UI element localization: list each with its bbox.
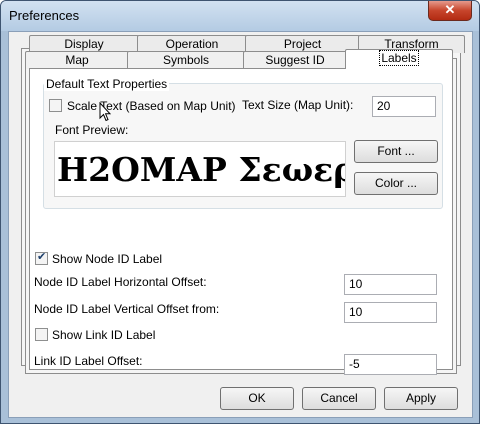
show-link-id-label: Show Link ID Label xyxy=(52,328,156,342)
default-text-properties-title: Default Text Properties xyxy=(44,77,170,91)
show-link-id-checkbox[interactable] xyxy=(35,328,48,341)
ok-button[interactable]: OK xyxy=(220,387,294,410)
tab-project-label: Project xyxy=(283,37,322,51)
tab-map[interactable]: Map xyxy=(25,51,129,69)
text-size-input[interactable]: 20 xyxy=(372,96,436,117)
tab-operation-label: Operation xyxy=(165,37,219,51)
link-offset-input[interactable]: -5 xyxy=(344,354,437,375)
tab-map-label: Map xyxy=(65,53,89,67)
node-v-offset-input[interactable]: 10 xyxy=(344,302,437,323)
labels-tab-page: Scale Text (Based on Map Unit) Text Size… xyxy=(29,68,453,375)
font-button[interactable]: Font ... xyxy=(354,140,438,163)
text-size-label: Text Size (Map Unit): xyxy=(242,98,354,112)
node-h-offset-label: Node ID Label Horizontal Offset: xyxy=(34,275,207,289)
tab-labels[interactable]: Labels xyxy=(345,49,453,69)
preferences-window: Preferences ✕ Display Operation Project … xyxy=(0,0,480,424)
tab-symbols-label: Symbols xyxy=(162,53,209,67)
show-node-id-checkbox[interactable] xyxy=(35,250,48,265)
node-h-offset-input[interactable]: 10 xyxy=(344,274,437,295)
tab-display-label: Display xyxy=(64,37,104,51)
close-button[interactable]: ✕ xyxy=(428,1,472,21)
cancel-button[interactable]: Cancel xyxy=(302,387,376,410)
mouse-pointer-icon xyxy=(99,102,111,122)
color-button[interactable]: Color ... xyxy=(354,172,438,195)
close-icon: ✕ xyxy=(444,2,456,17)
apply-button[interactable]: Apply xyxy=(384,387,458,410)
tab-suggest-id-label: Suggest ID xyxy=(265,53,325,67)
scale-text-checkbox[interactable] xyxy=(49,99,62,112)
font-preview-label: Font Preview: xyxy=(55,123,129,137)
window-title: Preferences xyxy=(9,8,80,23)
dialog-client-area: Display Operation Project Transform Map … xyxy=(8,31,473,418)
node-v-offset-label: Node ID Label Vertical Offset from: xyxy=(34,302,220,316)
show-node-id-label: Show Node ID Label xyxy=(52,252,163,266)
font-preview-box: H2OMAP Σεωερ I xyxy=(54,141,346,197)
link-offset-label: Link ID Label Offset: xyxy=(34,354,143,368)
title-bar[interactable]: Preferences ✕ xyxy=(1,1,479,31)
tab-suggest-id[interactable]: Suggest ID xyxy=(243,51,347,69)
tab-symbols[interactable]: Symbols xyxy=(127,51,245,69)
scale-text-label: Scale Text (Based on Map Unit) xyxy=(67,99,236,113)
tab-labels-label: Labels xyxy=(379,50,419,66)
font-preview-text: H2OMAP Σεωερ I xyxy=(57,150,346,189)
